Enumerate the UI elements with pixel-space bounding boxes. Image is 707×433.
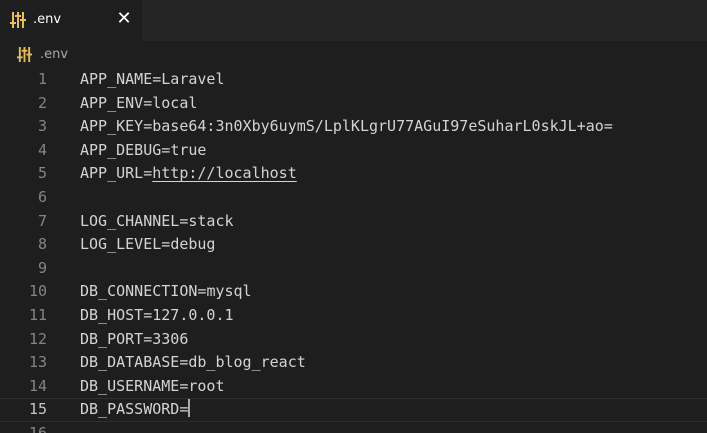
breadcrumb-file[interactable]: .env bbox=[40, 45, 68, 64]
env-value: 3306 bbox=[152, 329, 189, 348]
line-number: 14 bbox=[28, 376, 47, 395]
env-value: debug bbox=[170, 235, 216, 254]
code-line[interactable]: 12 DB_PORT=3306 bbox=[0, 328, 707, 352]
code-line[interactable]: 4 APP_DEBUG=true bbox=[0, 139, 707, 163]
line-text[interactable]: APP_DEBUG=true bbox=[80, 139, 206, 163]
code-line[interactable]: 14 DB_USERNAME=root bbox=[0, 375, 707, 399]
code-line[interactable]: 2 APP_ENV=local bbox=[0, 92, 707, 116]
settings-sliders-icon bbox=[10, 12, 26, 28]
env-value: mysql bbox=[206, 282, 252, 301]
code-line[interactable]: 8 LOG_LEVEL=debug bbox=[0, 233, 707, 257]
env-key: APP_KEY= bbox=[80, 117, 153, 136]
line-number: 15 bbox=[28, 400, 47, 419]
line-text[interactable]: APP_URL=http://localhost bbox=[80, 162, 297, 186]
tab-bar: .env ✕ bbox=[0, 0, 707, 41]
line-number: 10 bbox=[28, 282, 47, 301]
tab-env[interactable]: .env ✕ bbox=[0, 0, 142, 41]
code-line[interactable]: 7 LOG_CHANNEL=stack bbox=[0, 210, 707, 234]
line-number: 2 bbox=[37, 93, 47, 112]
line-text[interactable]: LOG_LEVEL=debug bbox=[80, 233, 215, 257]
line-number: 4 bbox=[37, 140, 47, 159]
text-cursor bbox=[188, 399, 191, 418]
code-line[interactable]: 16 bbox=[0, 422, 707, 433]
code-line[interactable]: 1 APP_NAME=Laravel bbox=[0, 68, 707, 92]
env-key: LOG_CHANNEL= bbox=[80, 211, 189, 230]
code-line[interactable]: 11 DB_HOST=127.0.0.1 bbox=[0, 304, 707, 328]
close-icon[interactable]: ✕ bbox=[113, 8, 135, 30]
line-number: 7 bbox=[37, 211, 47, 230]
line-number: 12 bbox=[28, 329, 47, 348]
line-number: 13 bbox=[28, 353, 47, 372]
line-number: 1 bbox=[37, 70, 47, 88]
env-value: Laravel bbox=[161, 70, 225, 88]
env-value-link[interactable]: http://localhost bbox=[152, 164, 297, 182]
code-line[interactable]: 15 DB_PASSWORD= bbox=[0, 398, 707, 422]
line-text[interactable]: DB_DATABASE=db_blog_react bbox=[80, 351, 306, 375]
env-key: LOG_LEVEL= bbox=[80, 235, 171, 254]
env-key: DB_CONNECTION= bbox=[80, 282, 207, 301]
env-value: base64:3n0Xby6uymS/LplKLgrU77AGuI97eSuha… bbox=[152, 117, 613, 136]
env-key: DB_USERNAME= bbox=[80, 376, 189, 395]
code-line[interactable]: 13 DB_DATABASE=db_blog_react bbox=[0, 351, 707, 375]
env-key: APP_NAME= bbox=[80, 70, 162, 88]
env-value: local bbox=[152, 93, 198, 112]
code-editor: .env ✕ .env 1 APP_NAME=Laravel 2 APP_ENV=lo… bbox=[0, 0, 707, 433]
line-text[interactable]: DB_PORT=3306 bbox=[80, 328, 188, 352]
line-text[interactable]: DB_PASSWORD= bbox=[80, 398, 191, 422]
code-line[interactable]: 10 DB_CONNECTION=mysql bbox=[0, 280, 707, 304]
settings-sliders-icon bbox=[17, 47, 32, 62]
line-number: 16 bbox=[28, 424, 47, 433]
breadcrumb: .env bbox=[0, 41, 707, 68]
code-line[interactable]: 9 bbox=[0, 257, 707, 281]
env-value: true bbox=[170, 140, 207, 159]
line-number: 9 bbox=[37, 258, 47, 277]
line-text[interactable]: DB_CONNECTION=mysql bbox=[80, 280, 252, 304]
code-line[interactable]: 5 APP_URL=http://localhost bbox=[0, 162, 707, 186]
env-value: db_blog_react bbox=[188, 353, 306, 372]
code-line[interactable]: 6 bbox=[0, 186, 707, 210]
env-value: root bbox=[188, 376, 225, 395]
line-number: 8 bbox=[37, 235, 47, 254]
line-text[interactable]: DB_HOST=127.0.0.1 bbox=[80, 304, 234, 328]
line-number: 3 bbox=[37, 117, 47, 136]
env-value: 127.0.0.1 bbox=[152, 306, 234, 324]
code-area[interactable]: 1 APP_NAME=Laravel 2 APP_ENV=local 3 APP_KEY=… bbox=[0, 68, 707, 433]
tab-label: .env bbox=[33, 12, 62, 27]
code-line[interactable]: 3 APP_KEY=base64:3n0Xby6uymS/LplKLgrU77AG… bbox=[0, 115, 707, 139]
env-key: APP_ENV= bbox=[80, 93, 153, 112]
line-number: 6 bbox=[37, 188, 47, 206]
env-key: APP_URL= bbox=[80, 164, 153, 183]
env-value: stack bbox=[188, 211, 234, 230]
line-text[interactable]: APP_NAME=Laravel bbox=[80, 68, 225, 92]
line-number: 11 bbox=[28, 306, 47, 324]
line-text[interactable]: APP_KEY=base64:3n0Xby6uymS/LplKLgrU77AGu… bbox=[80, 115, 613, 139]
env-key: APP_DEBUG= bbox=[80, 140, 171, 159]
line-text[interactable]: DB_USERNAME=root bbox=[80, 375, 225, 399]
env-key: DB_PORT= bbox=[80, 329, 153, 348]
line-text[interactable]: APP_ENV=local bbox=[80, 92, 197, 116]
line-number: 5 bbox=[37, 164, 47, 183]
line-text[interactable]: LOG_CHANNEL=stack bbox=[80, 210, 234, 234]
env-key: DB_DATABASE= bbox=[80, 353, 189, 372]
env-key: DB_HOST= bbox=[80, 306, 153, 324]
env-key: DB_PASSWORD= bbox=[80, 400, 189, 419]
